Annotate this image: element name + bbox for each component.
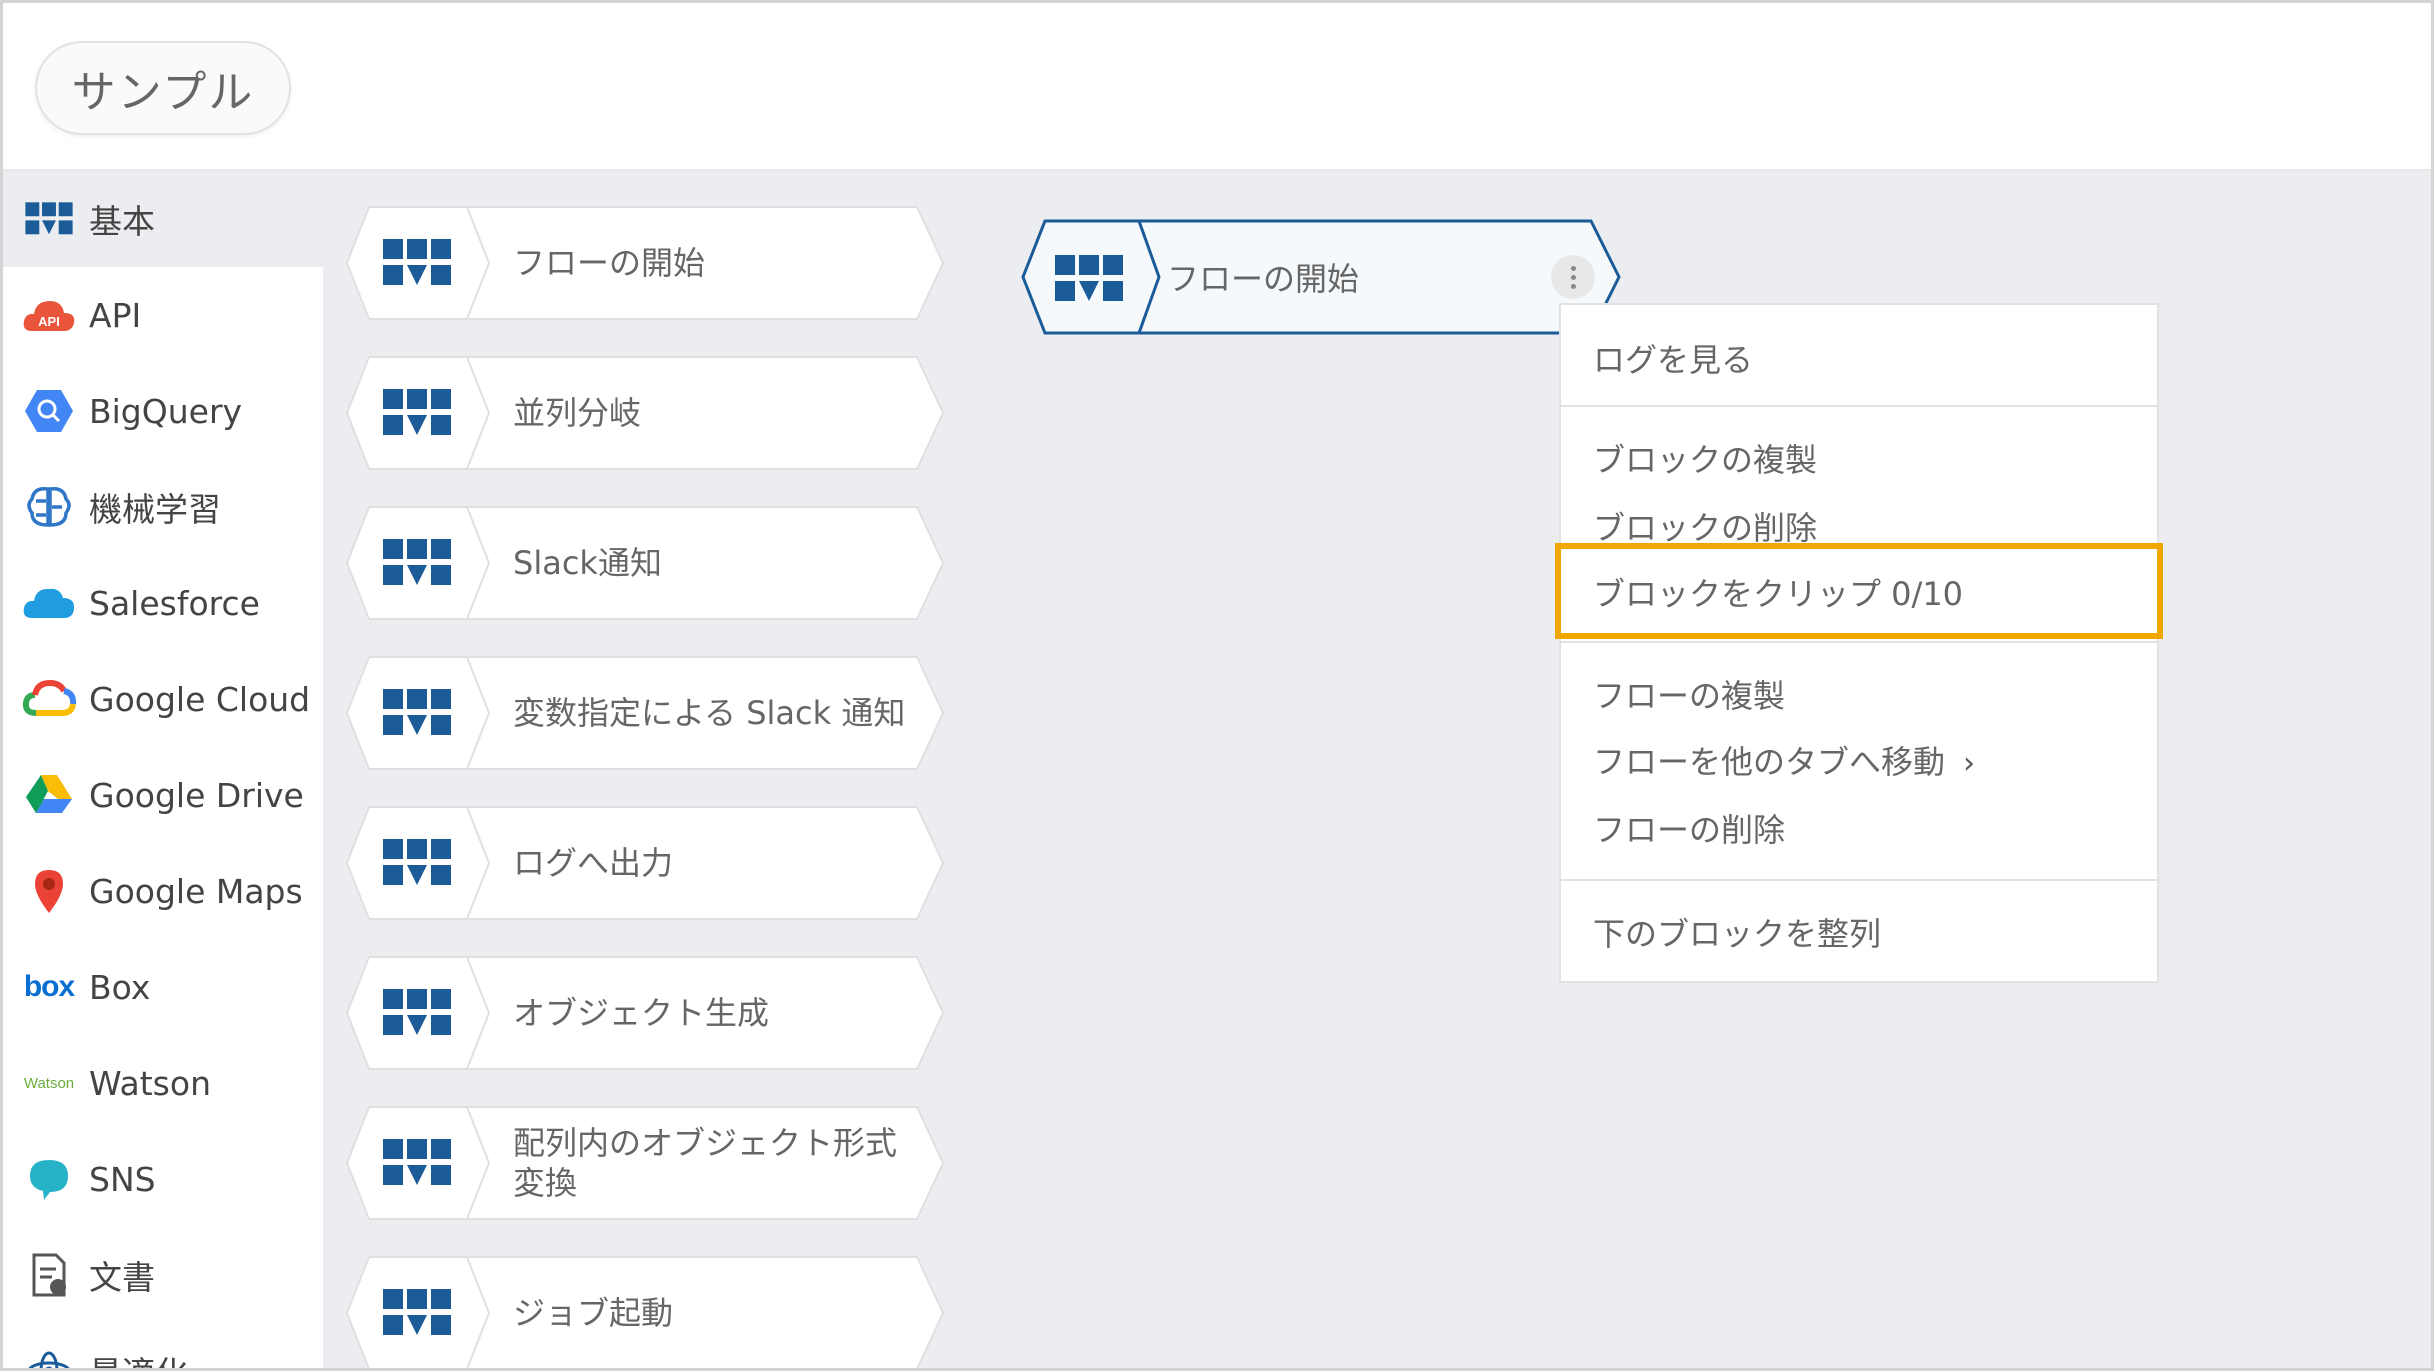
flow-tab[interactable]: サンプル xyxy=(35,41,291,135)
category-label: 機械学習 xyxy=(89,490,221,529)
menu-item-duplicate-block[interactable]: ブロックの複製 xyxy=(1593,435,1817,481)
block-cube-icon xyxy=(381,535,453,591)
block-cube-icon xyxy=(381,835,453,891)
category-watson[interactable]: Watson Watson xyxy=(3,1035,323,1131)
menu-divider xyxy=(1561,405,2157,407)
block-cube-icon xyxy=(381,685,453,741)
category-google-maps[interactable]: Google Maps xyxy=(3,843,323,939)
palette-block-slack-notify-variable[interactable]: 変数指定による Slack 通知 xyxy=(345,655,945,771)
brain-icon xyxy=(21,479,77,535)
block-label: オブジェクト生成 xyxy=(513,994,770,1032)
category-label: SNS xyxy=(89,1159,156,1199)
menu-item-move-flow-label: フローを他のタブへ移動 xyxy=(1593,743,1946,781)
category-optimization[interactable]: 最適化 xyxy=(3,1323,323,1368)
category-label: Salesforce xyxy=(89,583,260,623)
category-basic[interactable]: 基本 xyxy=(3,171,323,267)
menu-item-align-blocks[interactable]: 下のブロックを整列 xyxy=(1593,909,1881,955)
category-machine-learning[interactable]: 機械学習 xyxy=(3,459,323,555)
menu-item-view-log[interactable]: ログを見る xyxy=(1593,335,1753,381)
bigquery-icon xyxy=(21,383,77,439)
optimization-icon xyxy=(21,1343,77,1368)
category-label: Google Cloud xyxy=(89,679,311,719)
document-icon xyxy=(21,1247,77,1303)
category-api[interactable]: API API xyxy=(3,267,323,363)
watson-logo-icon: Watson xyxy=(23,1074,75,1092)
google-cloud-icon xyxy=(21,671,77,727)
category-google-drive[interactable]: Google Drive xyxy=(3,747,323,843)
block-label: ジョブ起動 xyxy=(513,1294,674,1332)
block-label: フローの開始 xyxy=(513,244,706,282)
category-label: Google Drive xyxy=(89,775,304,815)
svg-text:API: API xyxy=(38,314,60,329)
palette-block-flow-start[interactable]: フローの開始 xyxy=(345,205,945,321)
category-box[interactable]: box Box xyxy=(3,939,323,1035)
block-cube-icon xyxy=(381,385,453,441)
category-google-cloud[interactable]: Google Cloud xyxy=(3,651,323,747)
basic-blocks-icon xyxy=(21,191,77,247)
category-bigquery[interactable]: BigQuery xyxy=(3,363,323,459)
more-options-icon[interactable] xyxy=(1551,255,1595,299)
category-sns[interactable]: SNS xyxy=(3,1131,323,1227)
palette-block-object-create[interactable]: オブジェクト生成 xyxy=(345,955,945,1071)
menu-item-duplicate-flow[interactable]: フローの複製 xyxy=(1593,671,1785,717)
category-document[interactable]: 文書 xyxy=(3,1227,323,1323)
category-label: Watson xyxy=(89,1063,211,1103)
category-label: API xyxy=(89,295,142,335)
chevron-right-icon: › xyxy=(1963,746,1976,781)
palette-block-parallel-branch[interactable]: 並列分岐 xyxy=(345,355,945,471)
menu-item-delete-flow[interactable]: フローの削除 xyxy=(1593,805,1785,851)
header: サンプル xyxy=(3,3,2431,171)
block-cube-icon xyxy=(381,985,453,1041)
block-label: Slack通知 xyxy=(513,544,662,582)
menu-divider xyxy=(1561,879,2157,881)
palette-block-array-object-convert[interactable]: 配列内のオブジェクト形式変換 xyxy=(345,1105,945,1221)
category-label: Google Maps xyxy=(89,871,303,911)
app-window: サンプル 基本 API API BigQuery 機械学習 Salesforce… xyxy=(0,0,2434,1371)
category-label: Box xyxy=(89,967,151,1007)
block-label: 配列内のオブジェクト形式変換 xyxy=(513,1124,898,1202)
category-sidebar: 基本 API API BigQuery 機械学習 Salesforce Goog… xyxy=(3,171,323,1368)
block-label: ログへ出力 xyxy=(513,844,674,882)
menu-divider xyxy=(1561,641,2157,643)
canvas-block-flow-start[interactable]: フローの開始 xyxy=(1021,219,1621,339)
api-cloud-icon: API xyxy=(21,287,77,343)
block-palette: フローの開始 並列分岐 Slack通知 変数指定による Slack 通知 ログへ… xyxy=(323,171,965,1368)
google-maps-pin-icon xyxy=(21,863,77,919)
box-logo-icon: box xyxy=(23,970,75,1003)
palette-block-slack-notify[interactable]: Slack通知 xyxy=(345,505,945,621)
block-cube-icon xyxy=(381,1135,453,1191)
google-drive-icon xyxy=(21,767,77,823)
block-label: 並列分岐 xyxy=(513,394,642,432)
palette-block-log-output[interactable]: ログへ出力 xyxy=(345,805,945,921)
block-cube-icon xyxy=(381,235,453,291)
category-salesforce[interactable]: Salesforce xyxy=(3,555,323,651)
block-context-menu: ログを見る ブロックの複製 ブロックの削除 ブロックをクリップ 0/10 フロー… xyxy=(1559,303,2159,983)
highlight-frame xyxy=(1555,543,2163,639)
category-label: BigQuery xyxy=(89,391,243,431)
category-label: 最適化 xyxy=(89,1347,188,1368)
chat-bubble-icon xyxy=(21,1151,77,1207)
palette-block-job-launch[interactable]: ジョブ起動 xyxy=(345,1255,945,1368)
block-cube-icon xyxy=(381,1285,453,1341)
salesforce-cloud-icon xyxy=(21,575,77,631)
category-label: 文書 xyxy=(89,1258,155,1297)
block-label: フローの開始 xyxy=(1167,260,1360,298)
menu-item-move-flow[interactable]: フローを他のタブへ移動 › xyxy=(1593,737,1975,783)
category-label: 基本 xyxy=(89,202,155,241)
block-cube-icon xyxy=(1053,251,1125,307)
block-label: 変数指定による Slack 通知 xyxy=(513,694,906,732)
